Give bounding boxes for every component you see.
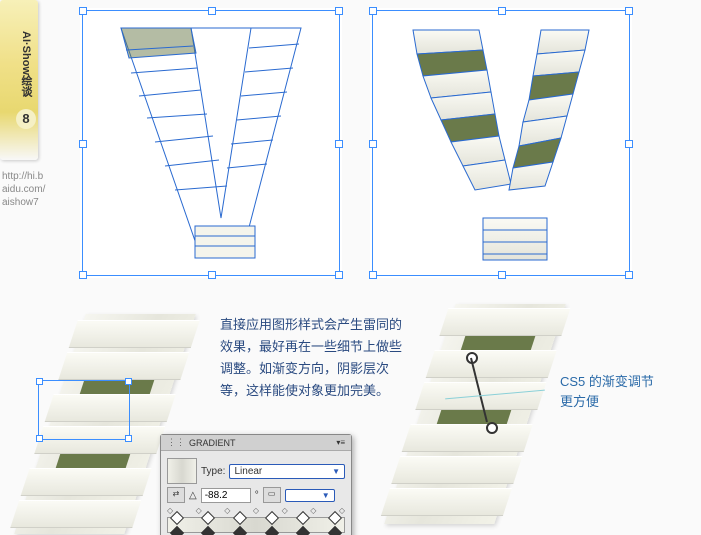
angle-input[interactable] [201, 488, 251, 503]
gradient-end-handle[interactable] [486, 422, 498, 434]
tutorial-badge: AI·Show绘谈 8 [0, 0, 38, 160]
aspect-icon[interactable]: ▭ [263, 487, 281, 503]
angle-icon: △ [189, 490, 197, 501]
url-2: aidu.com/ [2, 184, 45, 195]
panel-title: GRADIENT [189, 438, 236, 448]
opacity-stops-row: ◇◇◇◇◇◇◇ [167, 506, 345, 515]
gradient-panel[interactable]: ⋮⋮ GRADIENT ▾≡ Type: Linear ▼ ⇄ △ ° [160, 434, 352, 535]
source-url: http://hi.b aidu.com/ aishow7 [2, 170, 45, 209]
resize-handle[interactable] [335, 140, 343, 148]
type-value: Linear [234, 466, 262, 477]
letter-v-styled [391, 18, 611, 268]
gradient-slider[interactable] [167, 517, 345, 533]
letter-v-wireframe [101, 18, 321, 268]
resize-handle[interactable] [125, 435, 132, 442]
artboard-right[interactable] [370, 8, 632, 278]
aspect-select[interactable]: ▼ [285, 489, 335, 502]
resize-handle[interactable] [79, 140, 87, 148]
panel-body: Type: Linear ▼ ⇄ △ ° ▭ ▼ ◇◇◇◇◇◇◇ [161, 451, 351, 535]
resize-handle[interactable] [625, 271, 633, 279]
resize-handle[interactable] [335, 271, 343, 279]
reverse-icon[interactable]: ⇄ [167, 487, 185, 503]
callout-text: CS5 的渐变调节更方便 [560, 372, 660, 411]
step-number: 8 [16, 109, 36, 129]
resize-handle[interactable] [625, 7, 633, 15]
artboard-left[interactable] [80, 8, 342, 278]
resize-handle[interactable] [36, 378, 43, 385]
resize-handle[interactable] [625, 140, 633, 148]
resize-handle[interactable] [369, 140, 377, 148]
panel-grip-icon[interactable]: ⋮⋮ [167, 437, 185, 448]
resize-handle[interactable] [335, 7, 343, 15]
resize-handle[interactable] [498, 271, 506, 279]
selection-small[interactable] [38, 380, 130, 440]
gradient-preview[interactable] [167, 458, 197, 484]
url-3: aishow7 [2, 197, 39, 208]
dropdown-arrow-icon: ▼ [332, 467, 340, 476]
resize-handle[interactable] [79, 271, 87, 279]
bandage-sample-right [384, 304, 565, 524]
url-1: http://hi.b [2, 171, 43, 182]
angle-unit: ° [255, 490, 259, 501]
description-text: 直接应用图形样式会产生雷同的效果，最好再在一些细节上做些调整。如渐变方向，阴影层… [220, 314, 405, 402]
resize-handle[interactable] [208, 271, 216, 279]
resize-handle[interactable] [369, 271, 377, 279]
resize-handle[interactable] [369, 7, 377, 15]
resize-handle[interactable] [498, 7, 506, 15]
type-select[interactable]: Linear ▼ [229, 464, 345, 479]
resize-handle[interactable] [79, 7, 87, 15]
panel-header[interactable]: ⋮⋮ GRADIENT ▾≡ [161, 435, 351, 451]
sidebar: AI·Show绘谈 8 http://hi.b aidu.com/ aishow… [0, 0, 45, 160]
badge-text: AI·Show绘谈 [20, 31, 32, 97]
bottom-section: 直接应用图形样式会产生雷同的效果，最好再在一些细节上做些调整。如渐变方向，阴影层… [0, 304, 701, 535]
resize-handle[interactable] [208, 7, 216, 15]
resize-handle[interactable] [125, 378, 132, 385]
page-root: AI·Show绘谈 8 http://hi.b aidu.com/ aishow… [0, 0, 701, 535]
resize-handle[interactable] [36, 435, 43, 442]
panel-menu-icon[interactable]: ▾≡ [336, 438, 345, 447]
type-label: Type: [201, 466, 225, 477]
